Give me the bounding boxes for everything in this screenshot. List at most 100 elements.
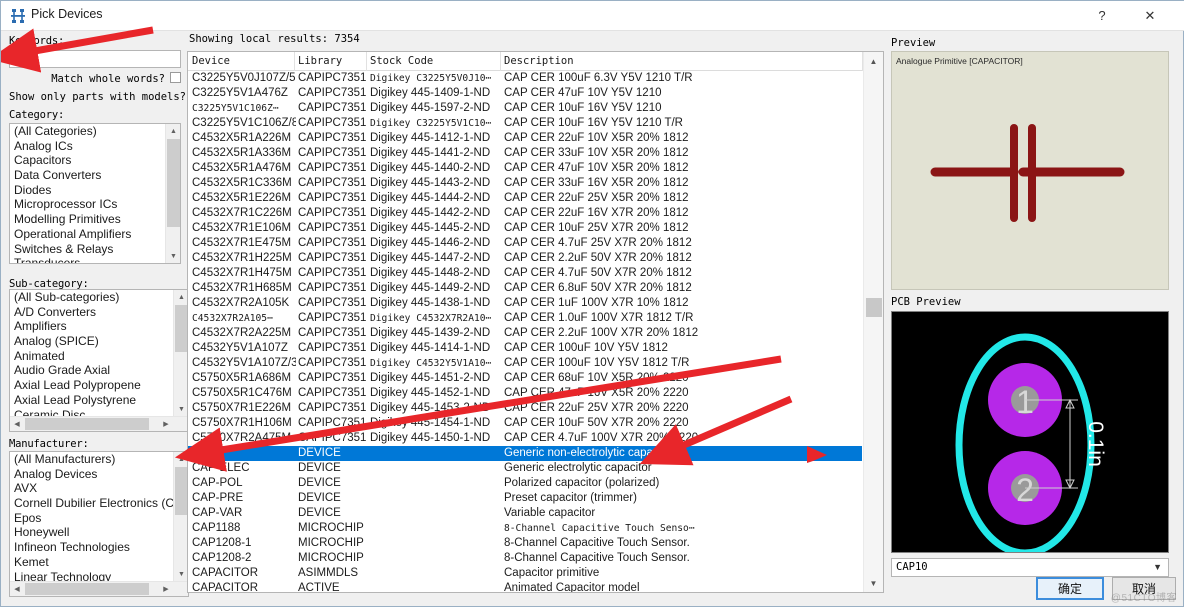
table-row[interactable]: C5750X7R1E226M CAPIPC7351 Digikey 445-1453…	[188, 401, 862, 416]
table-row[interactable]: C4532X7R1H685M CAPIPC7351 Digikey 445-1449…	[188, 281, 862, 296]
column-header-library[interactable]: Library	[298, 55, 342, 67]
results-scrollbar[interactable]: ▲ ▼	[863, 52, 883, 592]
table-row[interactable]: CAP-ELEC DEVICE Generic electrolytic capac…	[188, 461, 862, 476]
show-models-row[interactable]: Show only parts with models?	[9, 90, 203, 103]
chevron-up-icon[interactable]: ▲	[864, 52, 883, 70]
column-header-description[interactable]: Description	[504, 55, 574, 67]
table-row[interactable]: C4532X7R1E475M CAPIPC7351 Digikey 445-1446…	[188, 236, 862, 251]
category-item[interactable]: Diodes	[10, 183, 165, 198]
table-row[interactable]: C4532X5R1C336M CAPIPC7351 Digikey 445-1443…	[188, 176, 862, 191]
category-item[interactable]: (All Categories)	[10, 124, 165, 139]
table-row[interactable]: CAPACITOR ASIMMDLS Capacitor primitive	[188, 566, 862, 581]
manufacturer-item[interactable]: Infineon Technologies	[10, 540, 173, 555]
subcategory-item[interactable]: (All Sub-categories)	[10, 290, 173, 305]
table-row[interactable]: C4532X7R1C226M CAPIPC7351 Digikey 445-1442…	[188, 206, 862, 221]
column-header-stock-code[interactable]: Stock Code	[370, 55, 433, 67]
chevron-left-icon[interactable]: ◀	[10, 582, 24, 596]
category-item[interactable]: Data Converters	[10, 168, 165, 183]
category-item[interactable]: Analog ICs	[10, 139, 165, 154]
chevron-left-icon[interactable]: ◀	[10, 417, 24, 431]
manufacturer-item[interactable]: Kemet	[10, 555, 173, 570]
results-scroll-thumb[interactable]	[866, 298, 882, 317]
table-row[interactable]: C3225Y5V1C106Z⋯ CAPIPC7351 Digikey 445-159…	[188, 101, 862, 116]
table-row[interactable]: C3225Y5V1A476Z CAPIPC7351 Digikey 445-1409…	[188, 86, 862, 101]
results-table[interactable]: Device Library Stock Code Description C3…	[187, 51, 884, 593]
category-item[interactable]: Capacitors	[10, 153, 165, 168]
match-whole-words-checkbox[interactable]	[170, 72, 181, 83]
match-whole-words-row[interactable]: Match whole words?	[9, 72, 181, 85]
table-row[interactable]: C4532X7R2A225M CAPIPC7351 Digikey 445-1439…	[188, 326, 862, 341]
table-row[interactable]: C5750X5R1C476M CAPIPC7351 Digikey 445-1452…	[188, 386, 862, 401]
subcategory-item[interactable]: Ceramic Disc	[10, 408, 173, 417]
manufacturer-hscroll-thumb[interactable]	[25, 583, 149, 595]
chevron-up-icon[interactable]: ▲	[166, 124, 180, 138]
manufacturer-listbox[interactable]: (All Manufacturers) Analog Devices AVX Corn…	[9, 451, 189, 597]
table-row[interactable]: C4532X5R1A476M CAPIPC7351 Digikey 445-1440…	[188, 161, 862, 176]
table-row[interactable]: CAP DEVICE Generic non-electrolytic capaci…	[188, 446, 862, 461]
table-row[interactable]: CAPACITOR ACTIVE Animated Capacitor model	[188, 581, 862, 592]
help-button[interactable]: ?	[1081, 1, 1123, 30]
category-listbox[interactable]: (All Categories) Analog ICs Capacitors Data…	[9, 123, 181, 264]
chevron-right-icon[interactable]: ▶	[159, 417, 173, 431]
table-row[interactable]: CAP-POL DEVICE Polarized capacitor (polari…	[188, 476, 862, 491]
search-input[interactable]	[9, 50, 181, 68]
table-row[interactable]: C4532X5R1E226M CAPIPC7351 Digikey 445-1444…	[188, 191, 862, 206]
close-button[interactable]: ✕	[1129, 1, 1171, 30]
subcategory-item[interactable]: Axial Lead Polypropene	[10, 378, 173, 393]
table-row[interactable]: C4532X7R1E106M CAPIPC7351 Digikey 445-1445…	[188, 221, 862, 236]
manufacturer-item[interactable]: Analog Devices	[10, 467, 173, 482]
category-item[interactable]: Switches & Relays	[10, 242, 165, 257]
table-row[interactable]: CAP1208-1 MICROCHIP 8-Channel Capacitive T…	[188, 536, 862, 551]
category-item[interactable]: Microprocessor ICs	[10, 197, 165, 212]
subcategory-listbox[interactable]: (All Sub-categories) A/D Converters Amplif…	[9, 289, 189, 432]
subcategory-item[interactable]: A/D Converters	[10, 305, 173, 320]
table-row[interactable]: C4532Y5V1A107Z CAPIPC7351 Digikey 445-1414…	[188, 341, 862, 356]
category-item[interactable]: Transducers	[10, 256, 165, 263]
subcategory-item[interactable]: Axial Lead Polystyrene	[10, 393, 173, 408]
chevron-down-icon[interactable]: ▼	[864, 574, 883, 592]
manufacturer-item[interactable]: (All Manufacturers)	[10, 452, 173, 467]
manufacturer-hscrollbar[interactable]: ◀ ▶	[10, 581, 188, 596]
table-row[interactable]: C4532X5R1A226M CAPIPC7351 Digikey 445-1412…	[188, 131, 862, 146]
chevron-down-icon[interactable]: ▼	[166, 249, 180, 263]
table-row[interactable]: C3225Y5V0J107Z/5 CAPIPC7351 Digikey C3225Y…	[188, 71, 862, 86]
manufacturer-vscrollbar[interactable]: ▲ ▼	[173, 452, 188, 581]
table-row[interactable]: CAP1208-2 MICROCHIP 8-Channel Capacitive T…	[188, 551, 862, 566]
column-header-device[interactable]: Device	[192, 55, 230, 67]
chevron-right-icon[interactable]: ▶	[159, 582, 173, 596]
subcategory-list[interactable]: (All Sub-categories) A/D Converters Amplif…	[10, 290, 173, 416]
subcategory-vscrollbar[interactable]: ▲ ▼	[173, 290, 188, 416]
subcategory-item[interactable]: Animated	[10, 349, 173, 364]
table-row[interactable]: CAP-VAR DEVICE Variable capacitor	[188, 506, 862, 521]
table-row[interactable]: CAP1188 MICROCHIP 8-Channel Capacitive Tou…	[188, 521, 862, 536]
package-select[interactable]: CAP10 ▼	[891, 558, 1169, 577]
table-row[interactable]: C4532X7R2A105K CAPIPC7351 Digikey 445-1438…	[188, 296, 862, 311]
table-row[interactable]: C4532X5R1A336M CAPIPC7351 Digikey 445-1441…	[188, 146, 862, 161]
subcategory-item[interactable]: Audio Grade Axial	[10, 363, 173, 378]
chevron-down-icon[interactable]: ▼	[1153, 562, 1162, 572]
manufacturer-item[interactable]: Honeywell	[10, 525, 173, 540]
table-row[interactable]: C4532X7R1H475M CAPIPC7351 Digikey 445-1448…	[188, 266, 862, 281]
table-row[interactable]: C4532Y5V1A107Z/3 CAPIPC7351 Digikey C4532Y…	[188, 356, 862, 371]
results-rows[interactable]: C3225Y5V0J107Z/5 CAPIPC7351 Digikey C3225Y…	[188, 71, 862, 592]
subcategory-hscroll-thumb[interactable]	[25, 418, 149, 430]
manufacturer-item[interactable]: AVX	[10, 481, 173, 496]
manufacturer-item[interactable]: Epos	[10, 511, 173, 526]
subcategory-item[interactable]: Amplifiers	[10, 319, 173, 334]
category-item[interactable]: Operational Amplifiers	[10, 227, 165, 242]
manufacturer-item[interactable]: Linear Technology	[10, 570, 173, 582]
manufacturer-list[interactable]: (All Manufacturers) Analog Devices AVX Corn…	[10, 452, 173, 581]
table-row[interactable]: C4532X7R1H225M CAPIPC7351 Digikey 445-1447…	[188, 251, 862, 266]
table-row[interactable]: C5750X7R2A475M CAPIPC7351 Digikey 445-1450…	[188, 431, 862, 446]
subcategory-hscrollbar[interactable]: ◀ ▶	[10, 416, 188, 431]
manufacturer-item[interactable]: Cornell Dubilier Electronics (CDE)	[10, 496, 173, 511]
table-row[interactable]: CAP-PRE DEVICE Preset capacitor (trimmer)	[188, 491, 862, 506]
ok-button[interactable]: 确定	[1036, 577, 1104, 600]
category-scrollbar[interactable]: ▲ ▼	[165, 124, 180, 263]
subcategory-item[interactable]: Analog (SPICE)	[10, 334, 173, 349]
category-scroll-thumb[interactable]	[167, 139, 180, 227]
table-row[interactable]: C5750X7R1H106M CAPIPC7351 Digikey 445-1454…	[188, 416, 862, 431]
category-item[interactable]: Modelling Primitives	[10, 212, 165, 227]
table-row[interactable]: C4532X7R2A105⋯ CAPIPC7351 Digikey C4532X7R…	[188, 311, 862, 326]
category-list[interactable]: (All Categories) Analog ICs Capacitors Data…	[10, 124, 165, 263]
